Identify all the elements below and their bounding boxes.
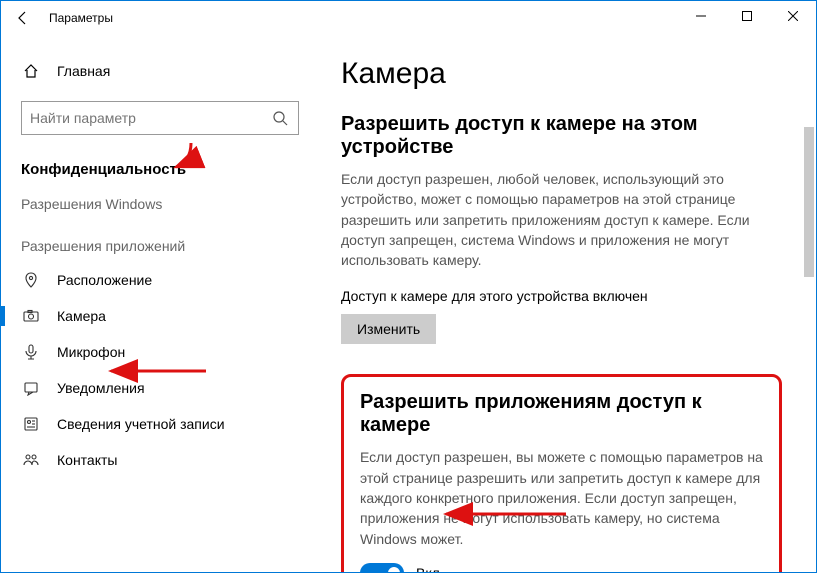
section2-title: Разрешить приложениям доступ к камере [360, 391, 763, 437]
sidebar-item-account-info[interactable]: Сведения учетной записи [1, 406, 319, 442]
close-button[interactable] [770, 1, 816, 31]
scrollbar-thumb[interactable] [804, 127, 814, 277]
sidebar-item-camera[interactable]: Камера [1, 298, 319, 334]
sidebar-item-label: Микрофон [57, 344, 125, 360]
device-access-status: Доступ к камере для этого устройства вкл… [341, 288, 782, 304]
account-icon [21, 416, 41, 432]
sidebar-item-contacts[interactable]: Контакты [1, 442, 319, 478]
sidebar-item-label: Контакты [57, 452, 117, 468]
section1-body: Если доступ разрешен, любой человек, исп… [341, 169, 782, 270]
toggle-knob [388, 567, 400, 572]
back-button[interactable] [9, 10, 37, 26]
highlight-box: Разрешить приложениям доступ к камере Ес… [341, 374, 782, 572]
camera-icon [21, 308, 41, 324]
window-title: Параметры [49, 11, 113, 25]
sidebar-item-label: Камера [57, 308, 106, 324]
sidebar-item-microphone[interactable]: Микрофон [1, 334, 319, 370]
apps-access-toggle[interactable] [360, 563, 404, 572]
search-box[interactable] [21, 101, 299, 135]
sidebar-item-label: Сведения учетной записи [57, 416, 225, 432]
home-icon [21, 63, 41, 79]
change-button[interactable]: Изменить [341, 314, 436, 344]
content-pane: Камера Разрешить доступ к камере на этом… [319, 35, 816, 572]
section2-body: Если доступ разрешен, вы можете с помощь… [360, 447, 763, 548]
sidebar-item-label: Уведомления [57, 380, 145, 396]
page-title: Камера [341, 57, 782, 91]
search-input[interactable] [30, 110, 270, 126]
contacts-icon [21, 452, 41, 468]
section1-title: Разрешить доступ к камере на этом устрой… [341, 113, 782, 159]
home-nav[interactable]: Главная [1, 53, 319, 89]
sidebar-item-notifications[interactable]: Уведомления [1, 370, 319, 406]
maximize-button[interactable] [724, 1, 770, 31]
minimize-button[interactable] [678, 1, 724, 31]
notifications-icon [21, 380, 41, 396]
category-title: Конфиденциальность [1, 151, 319, 188]
category-subtitle: Разрешения Windows [1, 188, 319, 220]
sidebar-item-label: Расположение [57, 272, 152, 288]
sidebar: Главная Конфиденциальность Разрешения Wi… [1, 35, 319, 572]
home-label: Главная [57, 63, 110, 79]
search-icon [270, 110, 290, 126]
group-label: Разрешения приложений [1, 220, 319, 262]
microphone-icon [21, 344, 41, 360]
sidebar-item-location[interactable]: Расположение [1, 262, 319, 298]
toggle-label: Вкл. [416, 565, 444, 572]
location-icon [21, 272, 41, 288]
